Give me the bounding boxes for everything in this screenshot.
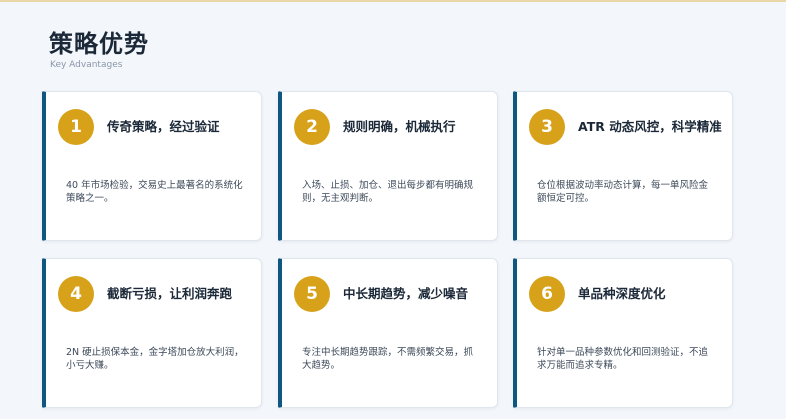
number-badge: 3 [529, 109, 565, 145]
number-badge: 2 [294, 109, 330, 145]
top-divider [0, 0, 786, 2]
card-description: 专注中长期趋势跟踪，不需频繁交易，抓大趋势。 [302, 347, 474, 371]
advantages-grid: 1 传奇策略，经过验证 40 年市场检验，交易史上最著名的系统化策略之一。 2 … [42, 91, 736, 409]
advantage-card-1: 1 传奇策略，经过验证 40 年市场检验，交易史上最著名的系统化策略之一。 [42, 91, 262, 241]
card-description: 针对单一品种参数优化和回测验证，不追求万能而追求专精。 [537, 347, 709, 371]
number-badge: 1 [58, 109, 94, 145]
page-subtitle: Key Advantages [50, 60, 123, 70]
card-description: 2N 硬止损保本金，金字塔加仓放大利润，小亏大赚。 [66, 347, 244, 371]
card-title: 单品种深度优化 [578, 286, 666, 301]
card-description: 40 年市场检验，交易史上最著名的系统化策略之一。 [66, 180, 243, 204]
number-badge: 5 [294, 276, 330, 312]
page-title: 策略优势 [49, 30, 149, 58]
card-title: 中长期趋势，减少噪音 [343, 286, 469, 301]
advantage-card-2: 2 规则明确，机械执行 入场、止损、加仓、退出每步都有明确规则，无主观判断。 [278, 91, 498, 241]
number-badge: 6 [529, 276, 565, 312]
number-badge: 4 [58, 276, 94, 312]
card-description: 仓位根据波动率动态计算，每一单风险金额恒定可控。 [537, 180, 709, 204]
advantage-card-3: 3 ATR 动态风控，科学精准 仓位根据波动率动态计算，每一单风险金额恒定可控。 [513, 91, 733, 241]
card-title: 传奇策略，经过验证 [107, 119, 220, 134]
advantage-card-6: 6 单品种深度优化 针对单一品种参数优化和回测验证，不追求万能而追求专精。 [513, 258, 733, 408]
card-title: ATR 动态风控，科学精准 [578, 119, 722, 134]
advantage-card-5: 5 中长期趋势，减少噪音 专注中长期趋势跟踪，不需频繁交易，抓大趋势。 [278, 258, 498, 408]
card-title: 规则明确，机械执行 [343, 119, 456, 134]
card-title: 截断亏损，让利润奔跑 [107, 286, 233, 301]
advantage-card-4: 4 截断亏损，让利润奔跑 2N 硬止损保本金，金字塔加仓放大利润，小亏大赚。 [42, 258, 262, 408]
card-description: 入场、止损、加仓、退出每步都有明确规则，无主观判断。 [302, 180, 474, 204]
